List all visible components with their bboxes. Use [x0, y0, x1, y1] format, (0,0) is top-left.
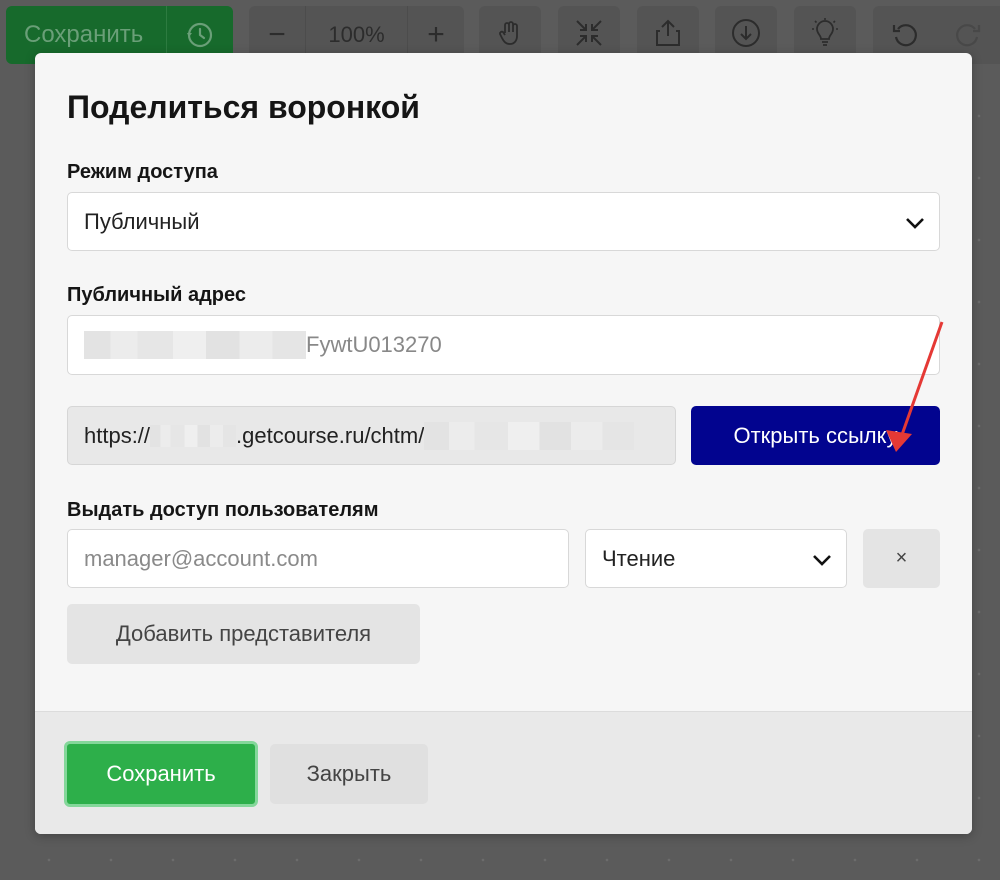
save-button[interactable]: Сохранить [64, 741, 258, 807]
hand-icon [496, 19, 524, 52]
public-address-input[interactable]: FywtU013270 [67, 315, 940, 375]
grant-access-label: Выдать доступ пользователям [67, 499, 379, 521]
chevron-down-icon [905, 209, 925, 235]
public-address-value: FywtU013270 [306, 332, 442, 357]
add-representative-button[interactable]: Добавить представителя [67, 604, 420, 664]
access-mode-value: Публичный [84, 208, 200, 234]
access-mode-label: Режим доступа [67, 161, 218, 183]
history-icon[interactable] [167, 20, 233, 50]
dialog-title: Поделиться воронкой [67, 89, 420, 125]
toolbar-save-label: Сохранить [24, 21, 144, 48]
dialog-footer: Сохранить Закрыть [35, 711, 972, 834]
annotation-arrow [886, 321, 944, 452]
remove-user-button[interactable]: × [863, 529, 940, 588]
undo-icon[interactable] [873, 20, 936, 50]
close-button[interactable]: Закрыть [270, 744, 428, 804]
redacted-text [424, 421, 635, 450]
download-icon [730, 17, 762, 54]
chevron-down-icon [812, 546, 832, 572]
redo-icon[interactable] [936, 20, 999, 50]
share-funnel-dialog: Поделиться воронкой Режим доступа Публич… [35, 53, 972, 834]
url-domain: .getcourse.ru/chtm/ [236, 422, 425, 448]
email-placeholder: manager@account.com [84, 545, 318, 571]
redacted-text [150, 424, 237, 447]
url-prefix: https:// [84, 422, 151, 448]
public-url-field[interactable]: https:// .getcourse.ru/chtm/ [67, 406, 676, 465]
collapse-arrows-icon [574, 18, 604, 53]
permission-select[interactable]: Чтение [585, 529, 847, 588]
public-address-label: Публичный адрес [67, 284, 246, 306]
permission-value: Чтение [602, 545, 676, 571]
share-icon [654, 18, 682, 53]
lightbulb-icon [809, 17, 841, 54]
access-mode-select[interactable]: Публичный [67, 192, 940, 251]
email-field[interactable]: manager@account.com [67, 529, 569, 588]
redacted-text [84, 331, 306, 359]
